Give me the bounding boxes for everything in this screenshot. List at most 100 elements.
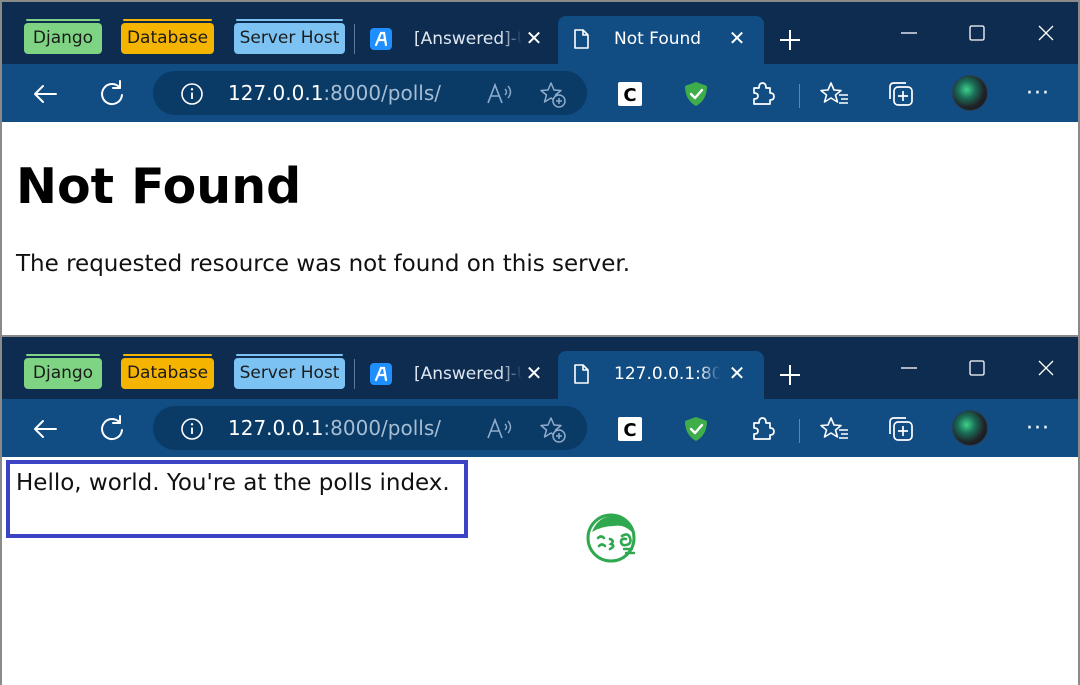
favorites-icon: [820, 82, 848, 104]
extensions-icon: [753, 82, 775, 105]
page-message: The requested resource was not found on …: [16, 251, 631, 277]
collections-button[interactable]: [885, 413, 917, 445]
page-message: Hello, world. You're at the polls index.: [16, 470, 450, 496]
more-icon: ···: [1026, 81, 1050, 106]
add-favorite-icon[interactable]: [538, 416, 568, 444]
address-toolbar: 127.0.0.1:8000/polls/ C ···: [2, 399, 1078, 457]
blowing-kiss-emoji-icon: [586, 513, 636, 563]
minimize-button[interactable]: [894, 353, 924, 383]
ccleaner-icon: C: [618, 82, 642, 106]
window-close-button[interactable]: [1031, 353, 1061, 383]
adguard-extension-button[interactable]: [680, 78, 712, 110]
url-text[interactable]: 127.0.0.1:8000/polls/: [228, 416, 441, 440]
address-bar[interactable]: 127.0.0.1:8000/polls/: [153, 406, 587, 450]
ccleaner-extension-button[interactable]: C: [614, 78, 646, 110]
refresh-button[interactable]: [95, 77, 129, 111]
ccleaner-extension-button[interactable]: C: [614, 413, 646, 445]
browser-window-not-found: Django Database Server Host [Answered]-U…: [0, 0, 1080, 337]
more-menu-button[interactable]: ···: [1022, 78, 1054, 110]
new-tab-button[interactable]: [776, 26, 804, 54]
answered-favicon-icon: [370, 363, 392, 385]
tab-polls-index[interactable]: 127.0.0.1:8000 ✕: [558, 351, 764, 399]
tab-answered[interactable]: [Answered]-U ✕: [358, 351, 553, 399]
tab-title: [Answered]-U: [414, 364, 522, 384]
refresh-icon: [101, 80, 123, 106]
page-content: Not Found The requested resource was not…: [2, 122, 1078, 337]
collections-icon: [889, 82, 913, 106]
tab-group-server-host[interactable]: Server Host: [234, 354, 345, 389]
new-tab-icon: [780, 30, 800, 50]
tab-group-database[interactable]: Database: [121, 354, 214, 389]
info-icon[interactable]: [180, 417, 204, 441]
tab-title: 127.0.0.1:8000: [614, 364, 720, 384]
tab-title: [Answered]-U: [414, 29, 522, 49]
url-path: :8000/polls/: [323, 81, 441, 105]
tab-title: Not Found: [614, 29, 702, 49]
window-close-button[interactable]: [1031, 18, 1061, 48]
collections-button[interactable]: [885, 78, 917, 110]
window-close-icon: [1038, 25, 1054, 41]
tab-close-button[interactable]: ✕: [523, 27, 545, 49]
back-button[interactable]: [28, 412, 62, 446]
refresh-icon: [101, 415, 123, 441]
toolbar-divider: [799, 84, 800, 108]
adguard-extension-button[interactable]: [680, 413, 712, 445]
add-favorite-icon[interactable]: [538, 81, 568, 109]
back-icon: [34, 420, 57, 438]
ccleaner-icon: C: [618, 417, 642, 441]
url-host: 127.0.0.1: [228, 81, 324, 105]
tab-group-django[interactable]: Django: [24, 354, 102, 389]
refresh-button[interactable]: [95, 412, 129, 446]
tab-group-server-host[interactable]: Server Host: [234, 19, 345, 54]
tab-not-found[interactable]: Not Found ✕: [558, 16, 764, 64]
minimize-icon: [901, 367, 917, 369]
back-button[interactable]: [28, 77, 62, 111]
url-host: 127.0.0.1: [228, 416, 324, 440]
url-text[interactable]: 127.0.0.1:8000/polls/: [228, 81, 441, 105]
toolbar-divider: [799, 419, 800, 443]
page-icon: [574, 364, 589, 384]
info-icon[interactable]: [180, 82, 204, 106]
tab-close-button[interactable]: ✕: [726, 362, 748, 384]
address-bar[interactable]: 127.0.0.1:8000/polls/: [153, 71, 587, 115]
favorites-button[interactable]: [819, 78, 851, 110]
maximize-button[interactable]: [962, 353, 992, 383]
minimize-button[interactable]: [894, 18, 924, 48]
extensions-button[interactable]: [746, 413, 778, 445]
tab-group-divider: [354, 24, 355, 54]
profile-avatar-icon[interactable]: [952, 410, 988, 446]
tab-close-button[interactable]: ✕: [523, 362, 545, 384]
tab-close-button[interactable]: ✕: [726, 27, 748, 49]
tab-group-divider: [354, 359, 355, 389]
favorites-icon: [820, 417, 848, 439]
page-heading: Not Found: [16, 158, 302, 215]
extensions-icon: [753, 417, 775, 440]
back-icon: [34, 85, 57, 103]
read-aloud-icon[interactable]: [485, 416, 513, 442]
browser-window-polls-index: Django Database Server Host [Answered]-U…: [0, 335, 1080, 685]
maximize-button[interactable]: [962, 18, 992, 48]
tab-group-django[interactable]: Django: [24, 19, 102, 54]
answered-favicon-icon: [370, 28, 392, 50]
window-close-icon: [1038, 360, 1054, 376]
tab-group-database[interactable]: Database: [121, 19, 214, 54]
minimize-icon: [901, 32, 917, 34]
url-path: :8000/polls/: [323, 416, 441, 440]
collections-icon: [889, 417, 913, 441]
profile-avatar-icon[interactable]: [952, 75, 988, 111]
page-icon: [574, 29, 589, 49]
read-aloud-icon[interactable]: [485, 81, 513, 107]
new-tab-button[interactable]: [776, 361, 804, 389]
favorites-button[interactable]: [819, 413, 851, 445]
tab-strip: Django Database Server Host [Answered]-U…: [2, 337, 1078, 399]
more-menu-button[interactable]: ···: [1022, 413, 1054, 445]
tab-answered[interactable]: [Answered]-U ✕: [358, 16, 553, 64]
maximize-icon: [969, 360, 985, 376]
extensions-button[interactable]: [746, 78, 778, 110]
more-icon: ···: [1026, 416, 1050, 441]
ccleaner-letter: C: [623, 420, 636, 441]
page-content: Hello, world. You're at the polls index.: [2, 457, 1078, 685]
tab-strip: Django Database Server Host [Answered]-U…: [2, 2, 1078, 64]
address-toolbar: 127.0.0.1:8000/polls/ C ···: [2, 64, 1078, 122]
ccleaner-letter: C: [623, 85, 636, 106]
